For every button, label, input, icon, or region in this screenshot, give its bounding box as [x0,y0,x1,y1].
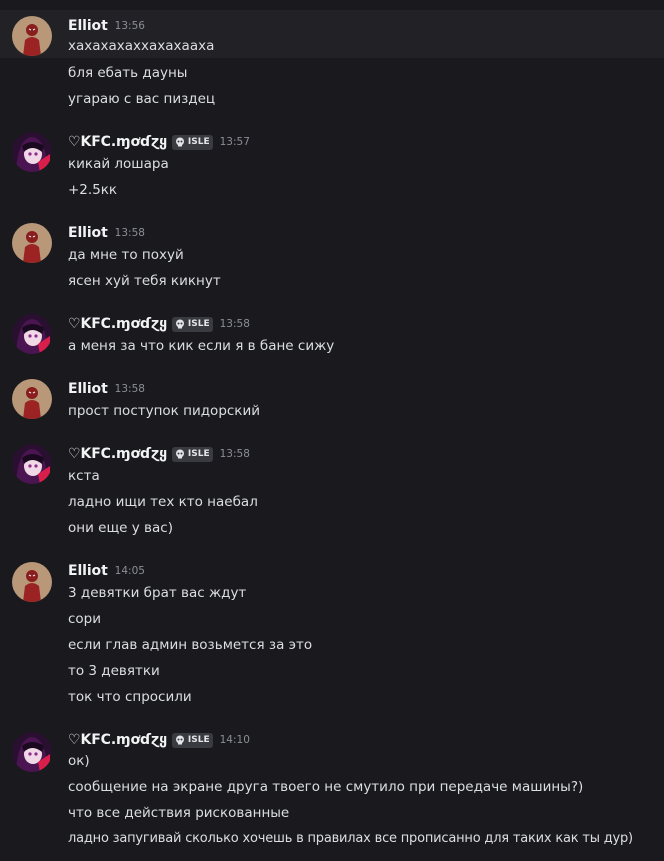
message-group: Elliot 13:58 да мне то похуй ясен хуй те… [0,219,664,291]
message-header: Elliot 13:58 [68,223,145,243]
message-header: ♡KFC.ɱơɗɀყ ISLE 14:10 [68,730,250,750]
anime-avatar-icon [12,732,52,772]
avatar[interactable] [12,732,52,772]
avatar[interactable] [12,444,52,484]
message-group: Elliot 13:56 хахахахаххахахааха [0,10,664,58]
server-tag[interactable]: ISLE [171,732,213,748]
avatar[interactable] [12,379,52,419]
message-group: Elliot 13:58 прост поступок пидорский [0,375,664,421]
spiderman-avatar-icon [12,223,52,263]
message-header: Elliot 13:56 [68,16,145,36]
avatar[interactable] [12,132,52,172]
spiderman-avatar-icon [12,379,52,419]
spiderman-avatar-icon [12,16,52,56]
username[interactable]: Elliot [68,563,108,579]
message-header: Elliot 14:05 [68,561,145,581]
server-tag-label: ISLE [187,449,210,459]
message-text: бля ебать дауны [68,65,188,81]
message-text: сообщение на экране друга твоего не смут… [68,779,584,795]
chat-messages: Elliot 13:56 хахахахаххахахааха бля ебат… [0,0,664,861]
message-group: ♡KFC.ɱơɗɀყ ISLE 13:57 кикай лошара +2.5к… [0,128,664,200]
username[interactable]: Elliot [68,225,108,241]
server-tag-label: ISLE [187,735,210,745]
message-text: да мне то похуй [68,247,184,263]
timestamp[interactable]: 13:56 [115,20,145,32]
username[interactable]: ♡KFC.ɱơɗɀყ [68,134,167,150]
message-text: а меня за что кик если я в бане сижу [68,338,335,354]
message-text: 3 девятки брат вас ждут [68,585,247,601]
message-text: ладно запугивай сколько хочешь в правила… [68,831,633,846]
message-text: хахахахаххахахааха [68,38,215,54]
skull-icon [175,735,184,745]
anime-avatar-icon [12,444,52,484]
timestamp[interactable]: 14:10 [220,734,250,746]
server-tag-label: ISLE [187,137,210,147]
username[interactable]: Elliot [68,381,108,397]
message-text: ладно ищи тех кто наебал [68,494,258,510]
message-text: кикай лошара [68,156,169,172]
timestamp[interactable]: 14:05 [115,565,145,577]
message-header: ♡KFC.ɱơɗɀყ ISLE 13:58 [68,444,250,464]
timestamp[interactable]: 13:58 [115,227,145,239]
message-header: ♡KFC.ɱơɗɀყ ISLE 13:57 [68,132,250,152]
message-group: ♡KFC.ɱơɗɀყ ISLE 13:58 а меня за что кик … [0,310,664,356]
spiderman-avatar-icon [12,562,52,602]
message-text: ок) [68,753,90,769]
message-group: ♡KFC.ɱơɗɀყ ISLE 14:10 ок) сообщение на э… [0,728,664,856]
message-text: то 3 девятки [68,663,160,679]
avatar[interactable] [12,223,52,263]
message-group: ♡KFC.ɱơɗɀყ ISLE 13:58 кста ладно ищи тех… [0,440,664,538]
skull-icon [175,319,184,329]
anime-avatar-icon [12,314,52,354]
message-header: Elliot 13:58 [68,379,145,399]
anime-avatar-icon [12,132,52,172]
server-tag[interactable]: ISLE [171,316,213,332]
avatar[interactable] [12,314,52,354]
message-text: угараю с вас пиздец [68,91,216,107]
message-text: сори [68,611,102,627]
message-group: Elliot 14:05 3 девятки брат вас ждут сор… [0,558,664,708]
server-tag[interactable]: ISLE [171,446,213,462]
message-text: что все действия рискованные [68,805,290,821]
username[interactable]: ♡KFC.ɱơɗɀყ [68,732,167,748]
timestamp[interactable]: 13:57 [220,136,250,148]
username[interactable]: Elliot [68,18,108,34]
message-text: ясен хуй тебя кикнут [68,273,221,289]
timestamp[interactable]: 13:58 [220,318,250,330]
message-text: они еще у вас) [68,520,173,536]
message-header: ♡KFC.ɱơɗɀყ ISLE 13:58 [68,314,250,334]
username[interactable]: ♡KFC.ɱơɗɀყ [68,316,167,332]
timestamp[interactable]: 13:58 [220,448,250,460]
timestamp[interactable]: 13:58 [115,383,145,395]
skull-icon [175,137,184,147]
server-tag[interactable]: ISLE [171,134,213,150]
message-text: прост поступок пидорский [68,403,261,419]
server-tag-label: ISLE [187,319,210,329]
avatar[interactable] [12,562,52,602]
message-text: если глав админ возьмется за это [68,637,313,653]
message-text: +2.5кк [68,182,118,198]
message-text: ток что спросили [68,689,192,705]
skull-icon [175,449,184,459]
username[interactable]: ♡KFC.ɱơɗɀყ [68,446,167,462]
avatar[interactable] [12,16,52,56]
message-text: кста [68,468,100,484]
